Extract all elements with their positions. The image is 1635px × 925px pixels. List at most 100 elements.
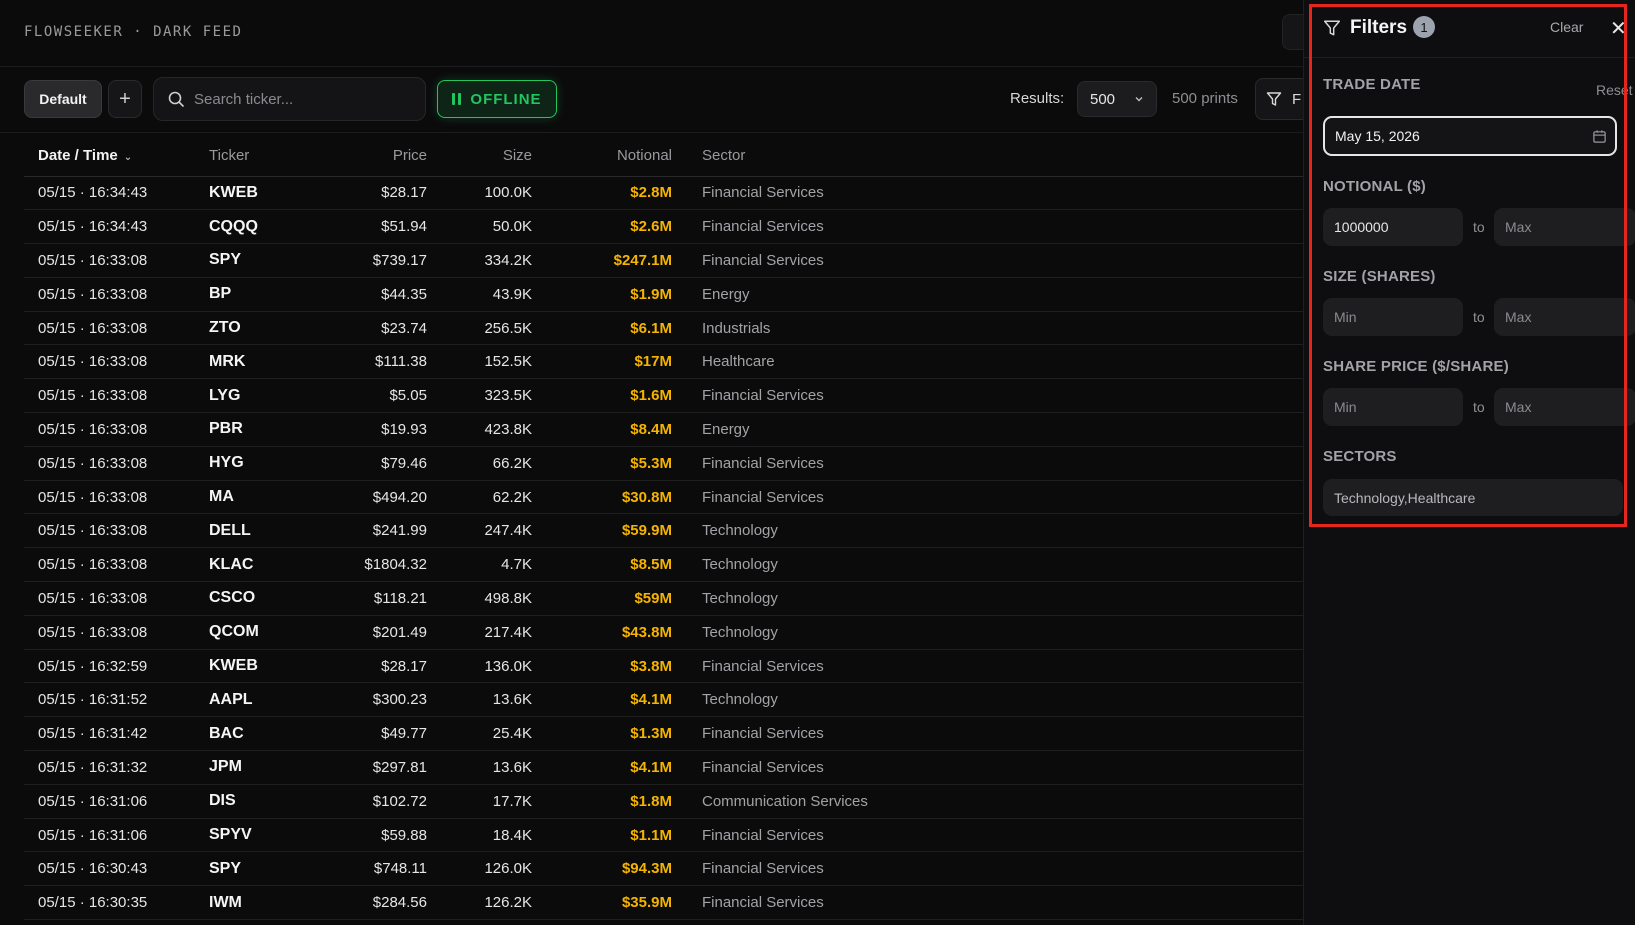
cell-size: 152.5K (427, 344, 532, 380)
cell-date-time: 05/15 · 16:31:06 (24, 784, 209, 819)
table-row[interactable]: 05/15 · 16:33:08 MA $494.20 62.2K $30.8M Fina… (24, 480, 1303, 515)
cell-price: $44.35 (324, 277, 427, 312)
clear-filters-button[interactable]: Clear (1550, 19, 1583, 35)
cell-sector: Technology (672, 513, 1303, 549)
table-row[interactable]: 05/15 · 16:34:43 CQQQ $51.94 50.0K $2.6M Fina… (24, 209, 1303, 245)
cell-notional: $1.8M (532, 784, 672, 819)
notional-to-label: to (1473, 219, 1485, 235)
cell-size: 62.2K (427, 480, 532, 515)
table-row[interactable]: 05/15 · 16:33:08 KLAC $1804.32 4.7K $8.5M Tec… (24, 547, 1303, 583)
table-row[interactable]: 05/15 · 16:33:08 DELL $241.99 247.4K $59.9M T… (24, 513, 1303, 549)
cell-notional: $94.3M (532, 851, 672, 887)
cell-size: 323.5K (427, 378, 532, 414)
table-row[interactable]: 05/15 · 16:31:06 DIS $102.72 17.7K $1.8M Comm… (24, 784, 1303, 819)
price-max-input[interactable]: Max (1494, 388, 1635, 426)
cell-date-time: 05/15 · 16:33:08 (24, 615, 209, 650)
default-view-button[interactable]: Default (24, 80, 102, 118)
cell-sector: Financial Services (672, 446, 1303, 481)
cell-size: 136.0K (427, 649, 532, 684)
table-row[interactable]: 05/15 · 16:31:06 SPYV $59.88 18.4K $1.1M Fina… (24, 818, 1303, 853)
table-row[interactable]: 05/15 · 16:31:32 JPM $297.81 13.6K $4.1M Fina… (24, 750, 1303, 785)
cell-ticker: CSCO (209, 581, 324, 616)
cell-price: $201.49 (324, 615, 427, 650)
cell-date-time: 05/15 · 16:33:08 (24, 446, 209, 481)
trades-table-container: Date / Time ⌄ Ticker Price Size Notional … (24, 136, 1303, 925)
price-min-input[interactable]: Min (1323, 388, 1463, 426)
cell-notional: $2.8M (532, 176, 672, 211)
column-header-sector[interactable]: Sector (672, 136, 1303, 177)
cell-size: 43.9K (427, 277, 532, 312)
cell-ticker: MA (209, 480, 324, 515)
table-row[interactable]: 05/15 · 16:33:08 QCOM $201.49 217.4K $43.8M T… (24, 615, 1303, 650)
cell-ticker: MRK (209, 344, 324, 380)
column-header-ticker[interactable]: Ticker (209, 136, 324, 177)
table-row[interactable]: 05/15 · 16:33:08 ZTO $23.74 256.5K $6.1M Indu… (24, 311, 1303, 346)
table-row[interactable]: 05/15 · 16:33:08 CSCO $118.21 498.8K $59M Tec… (24, 581, 1303, 616)
cell-sector: Financial Services (672, 480, 1303, 515)
cell-size: 18.4K (427, 818, 532, 853)
add-view-button[interactable]: + (108, 80, 142, 118)
cell-price: $28.17 (324, 649, 427, 684)
cell-ticker: DIS (209, 784, 324, 819)
offline-toggle-button[interactable]: OFFLINE (437, 80, 557, 118)
table-row[interactable]: 05/15 · 16:31:52 AAPL $300.23 13.6K $4.1M Tec… (24, 682, 1303, 718)
cell-notional: $35.9M (532, 885, 672, 921)
table-row[interactable]: 05/15 · 16:33:08 PBR $19.93 423.8K $8.4M Ener… (24, 412, 1303, 447)
cell-price: $59.88 (324, 818, 427, 853)
calendar-icon[interactable] (1592, 129, 1607, 144)
table-row[interactable]: 05/15 · 16:32:59 KWEB $28.17 136.0K $3.8M Fin… (24, 649, 1303, 684)
cell-sector: Financial Services (672, 649, 1303, 684)
trade-date-input[interactable]: May 15, 2026 (1323, 116, 1617, 156)
cell-date-time: 05/15 · 16:31:32 (24, 750, 209, 785)
cell-sector: Communication Services (672, 784, 1303, 819)
cell-price: $297.81 (324, 750, 427, 785)
cell-size: 126.2K (427, 885, 532, 921)
table-row[interactable]: 05/15 · 16:34:43 KWEB $28.17 100.0K $2.8M Fin… (24, 176, 1303, 211)
trade-date-label: TRADE DATE (1323, 76, 1421, 93)
cell-size: 4.7K (427, 547, 532, 583)
cell-size: 498.8K (427, 581, 532, 616)
column-header-price[interactable]: Price (324, 136, 427, 177)
table-row[interactable]: 05/15 · 16:30:35 IWM $284.56 126.2K $35.9M Fi… (24, 885, 1303, 921)
table-row[interactable]: 05/15 · 16:30:43 SPY $748.11 126.0K $94.3M Fi… (24, 851, 1303, 887)
table-row[interactable]: 05/15 · 16:33:08 SPY $739.17 334.2K $247.1M F… (24, 243, 1303, 278)
prints-count: 500 prints (1172, 90, 1238, 107)
size-max-input[interactable]: Max (1494, 298, 1635, 336)
column-header-date[interactable]: Date / Time ⌄ (24, 136, 209, 177)
cell-ticker: SPY (209, 243, 324, 278)
cell-price: $118.21 (324, 581, 427, 616)
cell-size: 66.2K (427, 446, 532, 481)
cell-date-time: 05/15 · 16:34:43 (24, 176, 209, 211)
results-label: Results: (1010, 90, 1065, 107)
close-icon[interactable]: ✕ (1610, 16, 1627, 41)
table-row[interactable]: 05/15 · 16:31:42 BAC $49.77 25.4K $1.3M Finan… (24, 716, 1303, 752)
cell-size: 17.7K (427, 784, 532, 819)
notional-max-input[interactable]: Max (1494, 208, 1635, 246)
cell-size: 13.6K (427, 750, 532, 785)
cell-notional: $2.6M (532, 209, 672, 245)
cell-date-time: 05/15 · 16:30:43 (24, 851, 209, 887)
reset-date-button[interactable]: Reset (1596, 82, 1633, 98)
table-row[interactable]: 05/15 · 16:33:08 BP $44.35 43.9K $1.9M Energy (24, 277, 1303, 312)
cell-size: 423.8K (427, 412, 532, 447)
results-select[interactable]: 500 (1077, 81, 1157, 117)
cell-sector: Energy (672, 412, 1303, 447)
table-row[interactable]: 05/15 · 16:33:08 HYG $79.46 66.2K $5.3M Finan… (24, 446, 1303, 481)
cell-date-time: 05/15 · 16:33:08 (24, 581, 209, 616)
filters-title: Filters (1350, 17, 1408, 38)
size-min-input[interactable]: Min (1323, 298, 1463, 336)
cell-date-time: 05/15 · 16:33:08 (24, 513, 209, 549)
column-header-size[interactable]: Size (427, 136, 532, 177)
cell-notional: $59.9M (532, 513, 672, 549)
cell-sector: Healthcare (672, 344, 1303, 380)
sectors-input[interactable]: Technology,Healthcare (1323, 479, 1623, 516)
cell-date-time: 05/15 · 16:33:08 (24, 480, 209, 515)
table-row[interactable]: 05/15 · 16:33:08 MRK $111.38 152.5K $17M Heal… (24, 344, 1303, 380)
column-header-notional[interactable]: Notional (532, 136, 672, 177)
table-row[interactable]: 05/15 · 16:33:08 LYG $5.05 323.5K $1.6M Finan… (24, 378, 1303, 414)
cell-price: $300.23 (324, 682, 427, 718)
cell-ticker: JPM (209, 750, 324, 785)
search-input[interactable] (194, 90, 414, 108)
filter-icon (1266, 92, 1282, 106)
notional-min-input[interactable]: 1000000 (1323, 208, 1463, 246)
